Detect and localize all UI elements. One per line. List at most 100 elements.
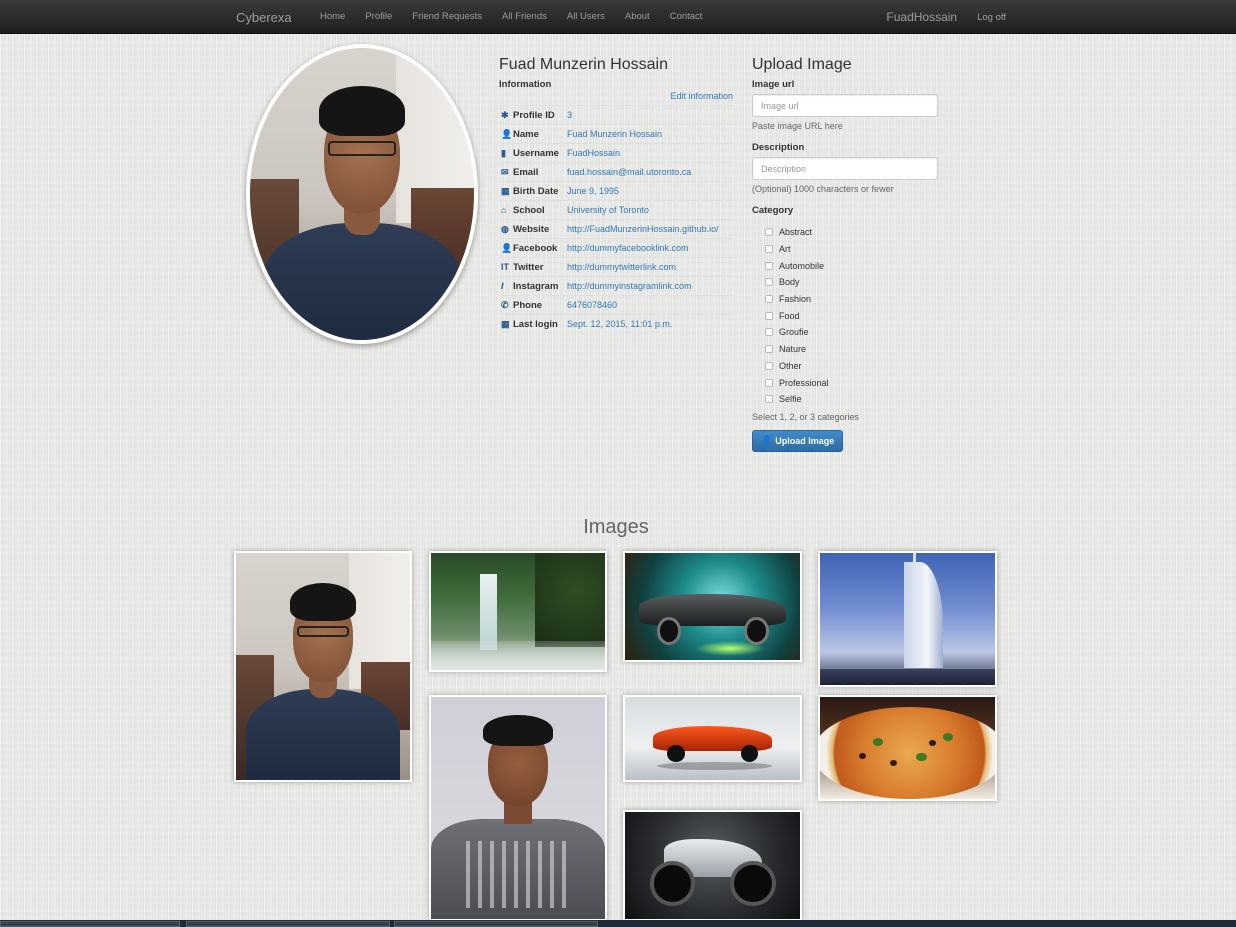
- table-row: IT Twitter http://dummytwitterlink.com: [499, 257, 733, 277]
- image-url-help: Paste image URL here: [752, 121, 843, 131]
- category-abstract[interactable]: Abstract: [752, 224, 938, 241]
- taskbar-item[interactable]: [0, 921, 180, 927]
- school-icon: ⌂: [501, 204, 507, 215]
- envelope-icon: ✉: [501, 166, 509, 177]
- category-help: Select 1, 2, or 3 categories: [752, 411, 860, 422]
- gallery-image-selfie[interactable]: [234, 551, 412, 782]
- category-food[interactable]: Food: [752, 307, 938, 324]
- bookmark-icon: ▮: [501, 147, 506, 158]
- upload-image-heading: Upload Image: [752, 56, 852, 73]
- checkbox[interactable]: [765, 395, 773, 404]
- taskbar: [0, 920, 1236, 927]
- profile-avatar: [246, 44, 478, 344]
- nav-username-link[interactable]: FuadHossain: [886, 10, 957, 24]
- category-label: Category: [752, 205, 794, 216]
- website-link[interactable]: http://FuadMunzerinHossain.github.io/: [565, 220, 733, 239]
- category-automobile[interactable]: Automobile: [752, 257, 938, 274]
- asterisk-icon: ✱: [501, 109, 509, 120]
- taskbar-item[interactable]: [394, 921, 598, 927]
- category-other[interactable]: Other: [752, 358, 938, 375]
- navbar: Cyberexa Home Profile Friend Requests Al…: [0, 0, 1236, 34]
- category-professional[interactable]: Professional: [752, 374, 938, 391]
- edit-information-link[interactable]: Edit information: [499, 91, 733, 103]
- nav-about[interactable]: About: [615, 0, 660, 34]
- checkbox[interactable]: [765, 328, 773, 337]
- brand-link[interactable]: Cyberexa: [236, 10, 292, 25]
- checkbox[interactable]: [765, 378, 773, 387]
- user-icon: 👤: [501, 242, 513, 253]
- category-groufie[interactable]: Groufie: [752, 324, 938, 341]
- category-nature[interactable]: Nature: [752, 341, 938, 358]
- table-row: ▦ Last login Sept. 12, 2015, 11:01 p.m.: [499, 314, 733, 334]
- gallery-image-motorcycle[interactable]: [623, 810, 802, 921]
- upload-image-button[interactable]: 👤 Upload Image: [752, 429, 844, 452]
- description-input[interactable]: Description: [752, 157, 938, 180]
- checkbox[interactable]: [765, 361, 773, 370]
- calendar-icon: ▦: [501, 185, 510, 196]
- nav-links: Home Profile Friend Requests All Friends…: [310, 0, 712, 34]
- gallery-image-car[interactable]: [623, 551, 802, 662]
- facebook-link[interactable]: http://dummyfacebooklink.com: [565, 239, 733, 258]
- gallery-image-burj[interactable]: [818, 551, 997, 687]
- globe-icon: ◍: [501, 223, 509, 234]
- category-fashion[interactable]: Fashion: [752, 291, 938, 308]
- nav-right: FuadHossain Log off: [886, 0, 1006, 34]
- nav-friend-requests[interactable]: Friend Requests: [402, 0, 492, 34]
- birth-date-value: June 9, 1995: [567, 186, 620, 196]
- last-login-value: Sept. 12, 2015, 11:01 p.m.: [567, 319, 673, 330]
- nav-home[interactable]: Home: [310, 0, 355, 34]
- category-body[interactable]: Body: [752, 274, 938, 291]
- taskbar-item[interactable]: [186, 921, 390, 927]
- images-heading: Images: [583, 516, 649, 538]
- profile-id-value: 3: [567, 110, 573, 120]
- description-label: Description: [752, 142, 805, 153]
- nav-profile[interactable]: Profile: [355, 0, 402, 34]
- table-row: 👤Facebook http://dummyfacebooklink.com: [499, 238, 733, 258]
- checkbox[interactable]: [765, 311, 773, 320]
- table-row: ✉ Email fuad.hossain@mail.utoronto.ca: [499, 162, 733, 182]
- image-url-input[interactable]: Image url: [752, 94, 938, 117]
- profile-info-table: ✱ Profile ID 3 👤Name Fuad Munzerin Hossain …: [499, 105, 733, 334]
- table-row: ✆ Phone 6476078460: [499, 295, 733, 315]
- category-art[interactable]: Art: [752, 241, 938, 258]
- phone-icon: ✆: [501, 299, 509, 310]
- table-row: ⌂ School University of Toronto: [499, 200, 733, 220]
- profile-name-heading: Fuad Munzerin Hossain: [499, 56, 668, 73]
- name-value: Fuad Munzerin Hossain: [567, 129, 663, 139]
- table-row: ◍ Website http://FuadMunzerinHossain.githu…: [499, 219, 733, 239]
- description-help: (Optional) 1000 characters or fewer: [752, 184, 894, 194]
- image-url-label: Image url: [752, 79, 795, 90]
- checkbox[interactable]: [765, 261, 773, 270]
- checkbox[interactable]: [765, 228, 773, 237]
- gallery-image-selfie-2[interactable]: [429, 695, 607, 921]
- logoff-link[interactable]: Log off: [977, 12, 1006, 23]
- category-selfie[interactable]: Selfie: [752, 391, 938, 408]
- gallery-image-pizza[interactable]: [818, 695, 997, 801]
- checkbox[interactable]: [765, 345, 773, 354]
- nav-all-friends[interactable]: All Friends: [492, 0, 557, 34]
- checkbox[interactable]: [765, 278, 773, 287]
- gallery-image-waterfall[interactable]: [429, 551, 607, 672]
- checkbox[interactable]: [765, 245, 773, 254]
- calendar-icon: ▦: [501, 318, 510, 329]
- table-row: ▦ Birth Date June 9, 1995: [499, 181, 733, 201]
- category-list: Abstract Art Automobile Body Fashion Foo…: [752, 224, 938, 408]
- school-value: University of Toronto: [567, 205, 649, 215]
- nav-all-users[interactable]: All Users: [557, 0, 615, 34]
- table-row: 👤Name Fuad Munzerin Hossain: [499, 124, 733, 144]
- email-value: fuad.hossain@mail.utoronto.ca: [567, 167, 692, 177]
- username-value: FuadHossain: [567, 148, 621, 158]
- checkbox[interactable]: [765, 295, 773, 304]
- table-row: ✱ Profile ID 3: [499, 105, 733, 125]
- italic-icon: I: [501, 280, 504, 291]
- table-row: I Instagram http://dummyinstagramlink.com: [499, 276, 733, 296]
- gallery-image-mclaren[interactable]: [623, 695, 802, 782]
- text-icon: IT: [501, 261, 509, 272]
- table-row: ▮ Username FuadHossain: [499, 143, 733, 163]
- profile-info: Fuad Munzerin Hossain Information Edit i…: [499, 56, 733, 334]
- instagram-link[interactable]: http://dummyinstagramlink.com: [565, 277, 733, 296]
- phone-value: 6476078460: [567, 300, 618, 310]
- nav-contact[interactable]: Contact: [660, 0, 713, 34]
- information-heading: Information: [499, 79, 552, 90]
- twitter-link[interactable]: http://dummytwitterlink.com: [565, 258, 733, 277]
